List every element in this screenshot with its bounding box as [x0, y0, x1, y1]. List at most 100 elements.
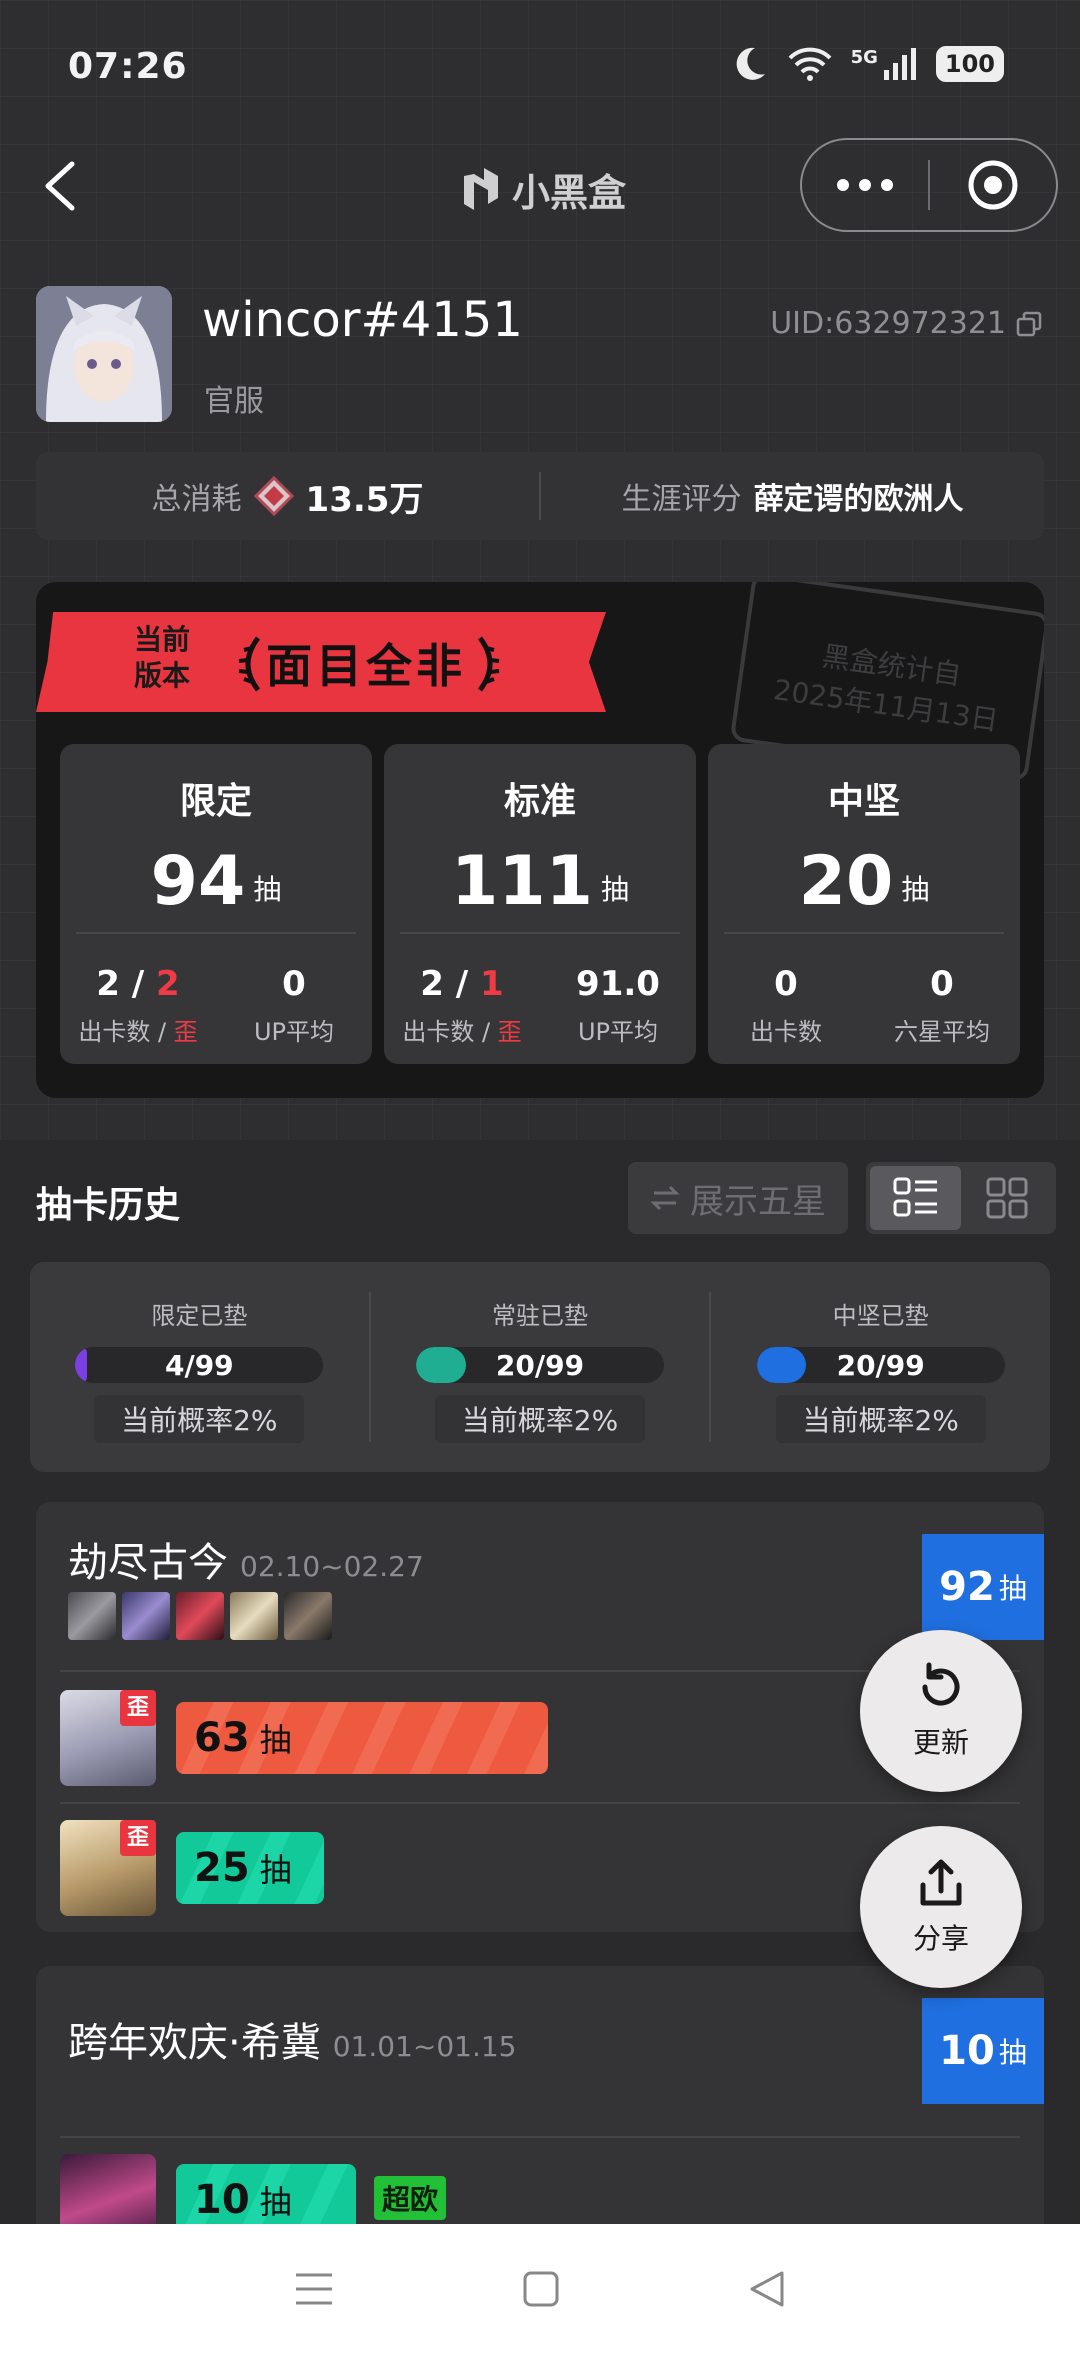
banner-total-unit: 抽 [998, 2036, 1027, 2069]
list-view-button[interactable] [870, 1166, 961, 1230]
operator-thumb [122, 1592, 170, 1640]
back-triangle-icon[interactable] [748, 2269, 786, 2309]
pool-up-avg: 0 [282, 964, 306, 1004]
career-rating-label: 生涯评分 [621, 482, 742, 517]
pool-standard[interactable]: 标准 111 抽 2 / 1 出卡数 / 歪 91.0 UP平均 [384, 744, 696, 1064]
pool-count: 20 [798, 842, 894, 921]
operator-thumb [230, 1592, 278, 1640]
laurel-right-icon [477, 636, 500, 692]
close-miniprogram-button[interactable] [930, 140, 1056, 230]
row-divider [60, 1802, 1020, 1804]
lucky-tag: 超欧 [374, 2176, 447, 2220]
list-view-icon [893, 1177, 937, 1217]
banner-total-tag: 10 抽 [922, 1998, 1044, 2104]
banner-card[interactable]: 跨年欢庆·希冀 01.01~01.15 10 抽 10 抽 超欧 [36, 1966, 1044, 2266]
banner-name-row: 劫尽古今 02.10~02.27 [68, 1530, 424, 1588]
pool-divider [400, 932, 680, 934]
banner-name: 劫尽古今 [68, 1540, 228, 1586]
pool-obtained: 0 [774, 964, 798, 1004]
pity-core: 中坚已垫 20/99 当前概率2% [709, 1292, 1050, 1443]
system-navigation-bar [0, 2224, 1080, 2354]
current-version-card: 黑盒统计自 2025年11月13日 当前 版本 面目全非 限定 94 抽 2 / … [36, 582, 1044, 1098]
pull-unit: 抽 [259, 2183, 292, 2221]
operator-thumb [284, 1592, 332, 1640]
banner-name-row: 跨年欢庆·希冀 01.01~01.15 [68, 2010, 517, 2068]
battery-icon: 100 [935, 46, 1004, 82]
chevron-left-icon[interactable] [40, 158, 80, 214]
grid-view-icon [986, 1177, 1027, 1219]
heybox-logo-icon [464, 167, 498, 210]
pool-offrate: 1 [480, 964, 504, 1004]
career-rating-value: 薛定谔的欧洲人 [753, 482, 964, 517]
featured-operators [68, 1592, 332, 1640]
pity-label: 限定已垫 [151, 1302, 248, 1330]
view-mode-switch [866, 1162, 1056, 1234]
pool-obtained: 2 [420, 964, 444, 1004]
banner-total-unit: 抽 [998, 1572, 1027, 1605]
pull-count: 10 [194, 2177, 250, 2223]
signal-icon [883, 48, 916, 80]
pool-unit: 抽 [901, 873, 930, 906]
history-title: 抽卡历史 [36, 1185, 181, 1226]
home-square-icon[interactable] [522, 2270, 560, 2308]
server-label: 官服 [204, 384, 264, 419]
pull-unit: 抽 [259, 1721, 292, 1759]
operator-thumb [176, 1592, 224, 1640]
banner-dates: 02.10~02.27 [240, 1550, 424, 1583]
total-spend-value: 13.5万 [305, 479, 424, 520]
laurel-left-icon [238, 636, 261, 692]
pool-name: 标准 [503, 781, 576, 822]
pool-core[interactable]: 中坚 20 抽 0 出卡数 0 六星平均 [708, 744, 1020, 1064]
version-small-line2: 版本 [134, 659, 191, 692]
uid-copy[interactable]: UID:632972321 [770, 306, 1042, 341]
username: wincor#4151 [202, 292, 523, 348]
network-label: 5G [850, 46, 878, 68]
pity-probability: 当前概率2% [775, 1395, 986, 1443]
off-banner-badge: 歪 [120, 1690, 156, 1726]
pool-six-star-avg: 0 [930, 964, 954, 1004]
version-title: 面目全非 [266, 639, 466, 693]
brand-name: 小黑盒 [512, 171, 627, 215]
more-button[interactable] [802, 140, 928, 230]
pool-name: 中坚 [827, 781, 900, 822]
pool-obtained-label: 出卡数 [750, 1018, 822, 1046]
pity-progress-bar: 20/99 [756, 1347, 1005, 1383]
total-spend: 总消耗 13.5万 [36, 472, 539, 521]
grid-view-button[interactable] [961, 1166, 1052, 1230]
show-five-star-toggle[interactable]: 展示五星 [628, 1162, 848, 1234]
pity-probability: 当前概率2% [435, 1395, 645, 1443]
banner-total: 92 [939, 1564, 995, 1610]
copy-icon[interactable] [1016, 311, 1042, 337]
pool-off-label: 歪 [173, 1018, 198, 1046]
pity-progress-bar: 4/99 [75, 1347, 324, 1383]
pool-limited[interactable]: 限定 94 抽 2 / 2 出卡数 / 歪 0 UP平均 [60, 744, 372, 1064]
pull-count-bar: 25 抽 [176, 1832, 324, 1904]
swap-icon [650, 1185, 680, 1211]
mini-program-capsule [800, 138, 1058, 232]
pool-divider [724, 932, 1004, 934]
pity-label: 常驻已垫 [492, 1302, 588, 1330]
status-icons: 5G 100 [729, 44, 1004, 84]
banner-divider [60, 2136, 1020, 2138]
pull-count-bar: 63 抽 [176, 1702, 548, 1774]
pity-value: 4/99 [164, 1349, 234, 1382]
pool-up-avg-label: UP平均 [577, 1018, 659, 1046]
moon-icon [736, 47, 765, 80]
pool-unit: 抽 [253, 873, 282, 906]
off-banner-badge: 歪 [120, 1820, 156, 1856]
menu-icon[interactable] [294, 2269, 334, 2309]
avatar[interactable] [36, 286, 172, 422]
pool-offrate: 2 [156, 964, 180, 1004]
share-button[interactable]: 分享 [860, 1826, 1022, 1988]
refresh-button[interactable]: 更新 [860, 1630, 1022, 1792]
total-spend-label: 总消耗 [151, 482, 242, 517]
pool-off-label: 歪 [497, 1018, 522, 1046]
version-small-label: 当前 版本 [134, 622, 190, 694]
pity-progress-bar: 20/99 [416, 1347, 664, 1383]
pool-obtained-label: 出卡数 / [78, 1018, 174, 1046]
pity-limited: 限定已垫 4/99 当前概率2% [30, 1262, 369, 1472]
pity-standard: 常驻已垫 20/99 当前概率2% [368, 1292, 710, 1443]
pull-unit: 抽 [259, 1851, 292, 1889]
pool-up-avg: 91.0 [576, 964, 660, 1004]
career-rating: 生涯评分 薛定谔的欧洲人 [541, 474, 1044, 518]
